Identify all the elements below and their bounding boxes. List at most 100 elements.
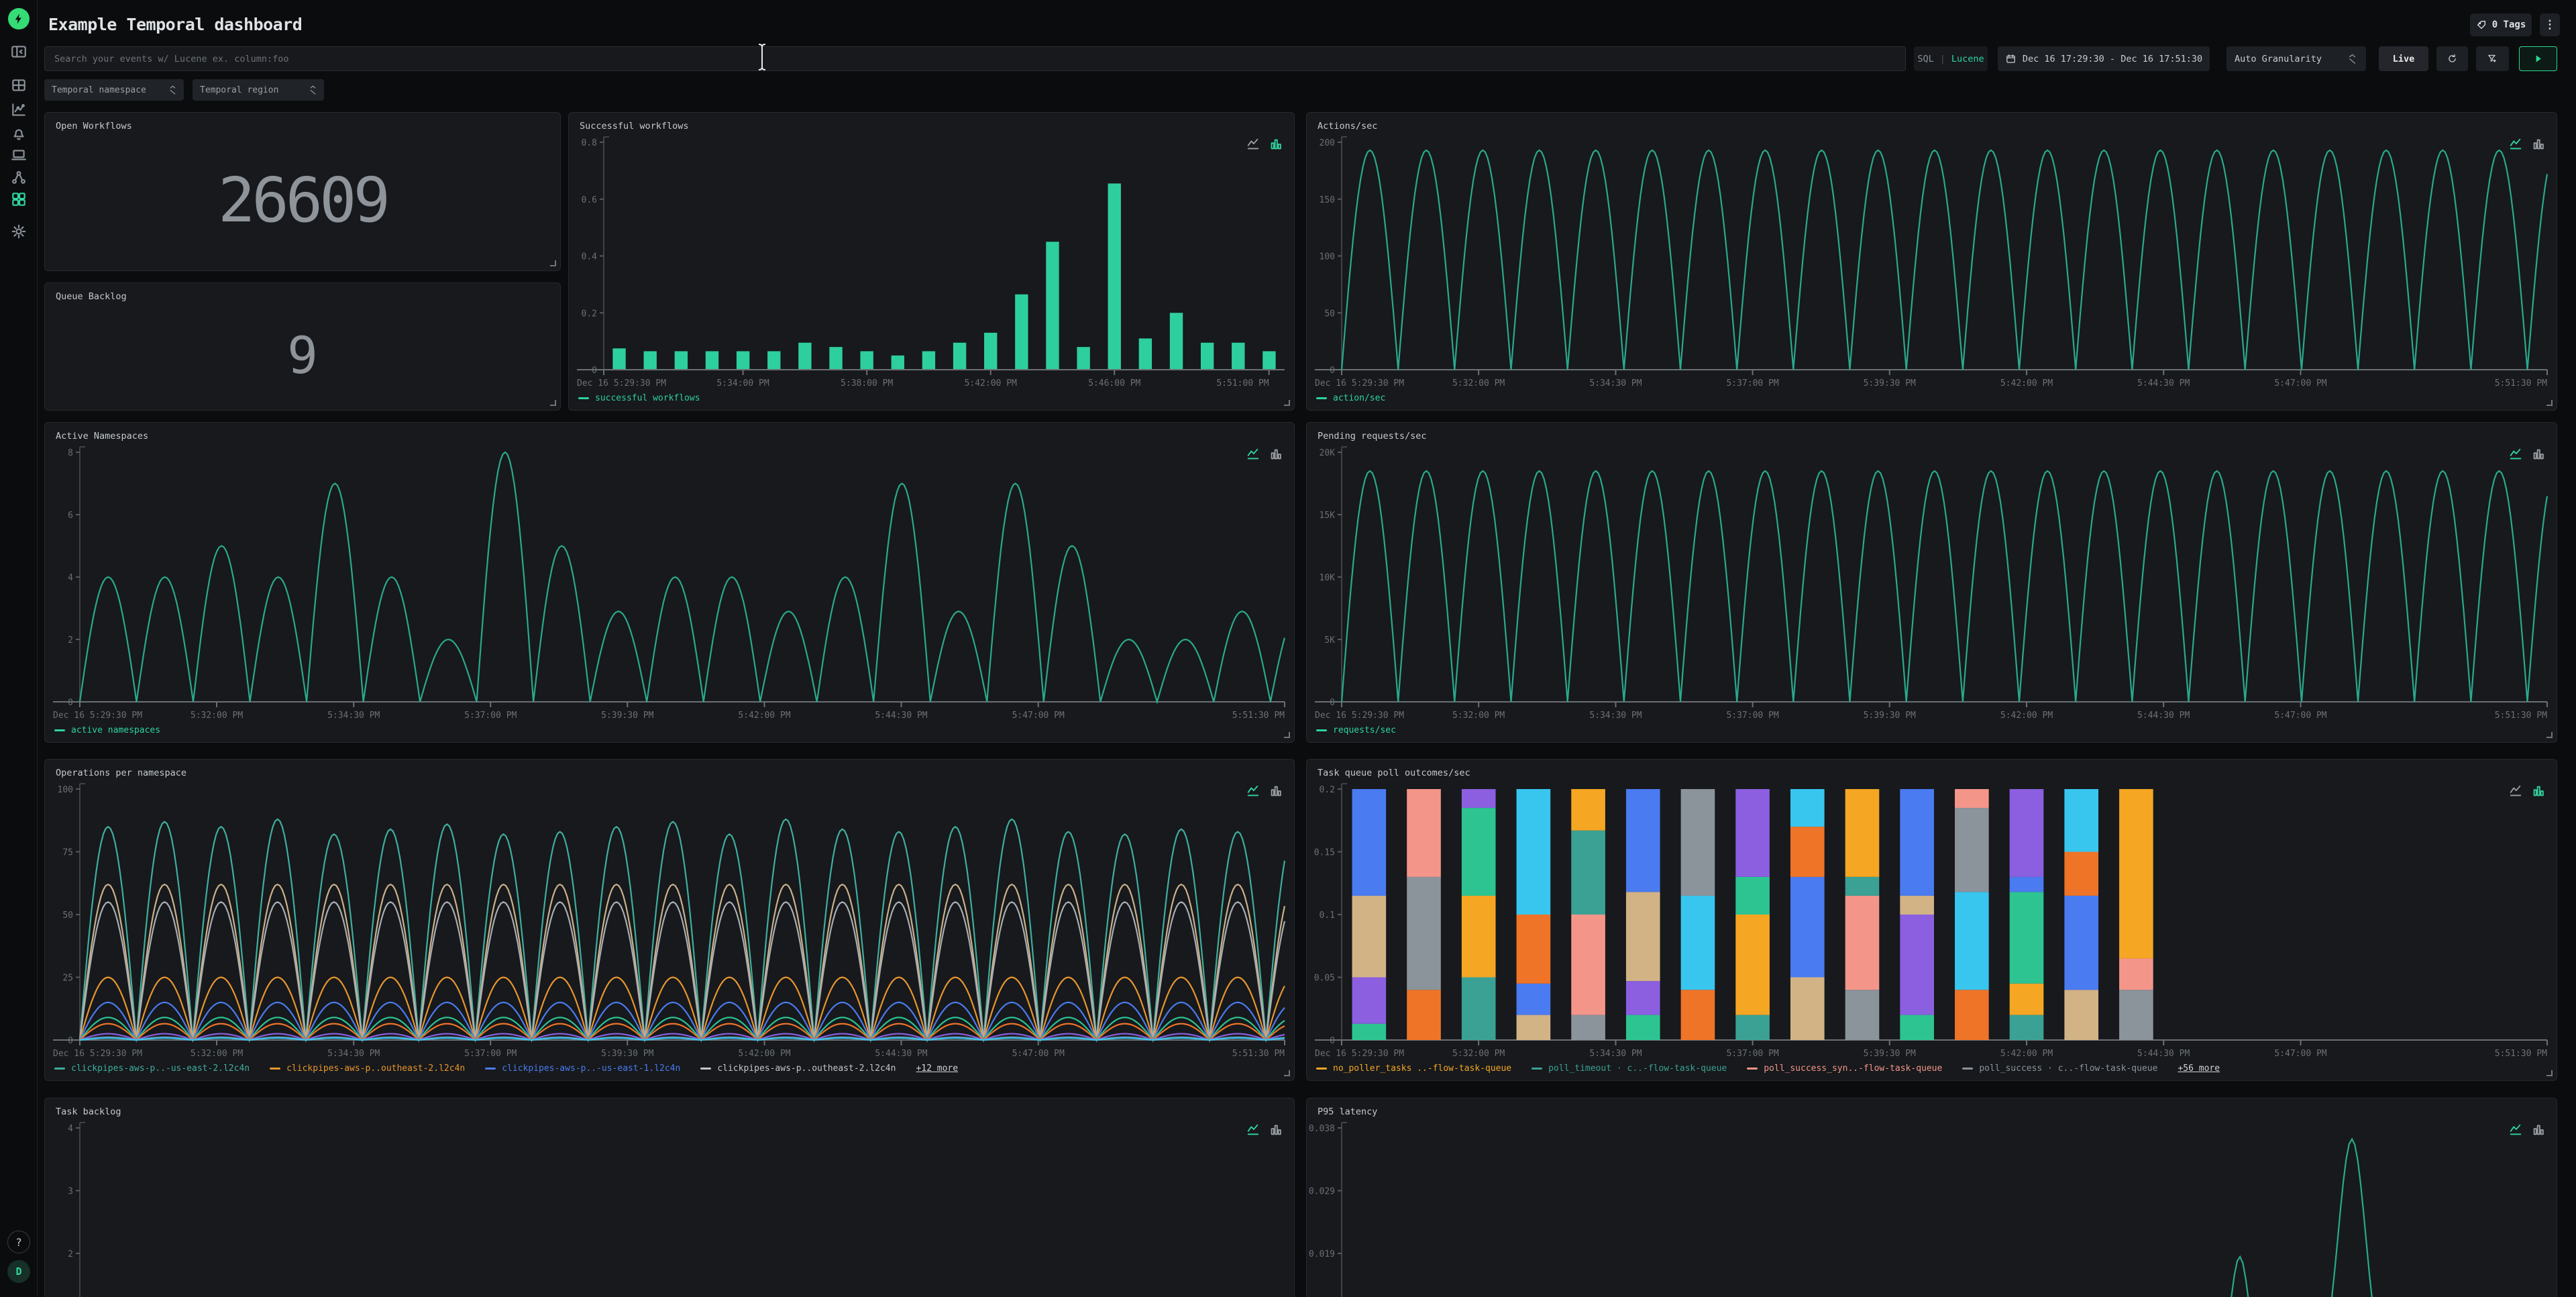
filter-edit-icon bbox=[2487, 53, 2498, 64]
svg-text:5:37:00 PM: 5:37:00 PM bbox=[464, 711, 517, 721]
svg-text:5:47:00 PM: 5:47:00 PM bbox=[2274, 378, 2326, 388]
filter-temporal-namespace[interactable]: Temporal namespace bbox=[44, 79, 184, 101]
refresh-button[interactable] bbox=[2436, 46, 2468, 71]
legend-item[interactable]: clickpipes-aws-p..outheast-2.l2c4n bbox=[700, 1063, 896, 1074]
tags-button[interactable]: 0 Tags bbox=[2470, 13, 2532, 36]
metrics-chart-icon[interactable] bbox=[10, 101, 28, 119]
actions-per-sec-chart[interactable]: 050100150200Dec 16 5:29:30 PM5:32:00 PM5… bbox=[1307, 113, 2557, 410]
stat-value: 26609 bbox=[218, 164, 387, 236]
panel-resize-handle[interactable] bbox=[1284, 732, 1290, 738]
panel-resize-handle[interactable] bbox=[2546, 732, 2553, 738]
svg-text:20K: 20K bbox=[1320, 448, 1336, 458]
legend-item[interactable]: poll_success · c..-flow-task-queue bbox=[1962, 1063, 2157, 1074]
svg-text:0.038: 0.038 bbox=[1309, 1124, 1335, 1134]
legend-item[interactable]: successful workflows bbox=[578, 393, 700, 403]
bar-chart-toggle-icon[interactable] bbox=[2531, 784, 2546, 798]
legend-item[interactable]: no_poller_tasks ..-flow-task-queue bbox=[1316, 1063, 1511, 1074]
p95-latency-chart[interactable]: 0.0380.0290.0190.010 bbox=[1307, 1098, 2557, 1297]
svg-text:0.4: 0.4 bbox=[582, 252, 598, 262]
svg-text:15K: 15K bbox=[1320, 511, 1336, 521]
svg-text:5:32:00 PM: 5:32:00 PM bbox=[191, 711, 243, 721]
app-logo-icon[interactable] bbox=[8, 8, 30, 30]
line-chart-toggle-icon[interactable] bbox=[2508, 447, 2523, 462]
panel-resize-handle[interactable] bbox=[1284, 1070, 1290, 1076]
granularity-select[interactable]: Auto Granularity bbox=[2226, 46, 2366, 71]
bar-chart-toggle-icon[interactable] bbox=[1269, 1123, 1283, 1137]
svg-text:6: 6 bbox=[68, 511, 73, 521]
filter-region-label: Temporal region bbox=[200, 85, 278, 95]
line-chart-toggle-icon[interactable] bbox=[1246, 784, 1260, 798]
date-range-picker[interactable]: Dec 16 17:29:30 - Dec 16 17:51:30 bbox=[1998, 46, 2210, 71]
legend-item[interactable]: poll_success_syn..-flow-task-queue bbox=[1747, 1063, 1942, 1074]
svg-text:0: 0 bbox=[592, 366, 597, 376]
legend-item[interactable]: active namespaces bbox=[54, 725, 160, 735]
bar-chart-toggle-icon[interactable] bbox=[2531, 137, 2546, 152]
active-namespaces-chart[interactable]: 02468Dec 16 5:29:30 PM5:32:00 PM5:34:30 … bbox=[45, 423, 1294, 742]
calendar-icon bbox=[2005, 53, 2017, 64]
line-chart-toggle-icon[interactable] bbox=[2508, 1123, 2523, 1137]
panel-resize-handle[interactable] bbox=[2546, 1070, 2553, 1076]
svg-text:200: 200 bbox=[1320, 138, 1335, 148]
legend-item[interactable]: poll_timeout · c..-flow-task-queue bbox=[1532, 1063, 1727, 1074]
live-button[interactable]: Live bbox=[2379, 46, 2428, 71]
legend-more-link[interactable]: +56 more bbox=[2178, 1063, 2220, 1074]
bar-chart-toggle-icon[interactable] bbox=[1269, 447, 1283, 462]
line-chart-toggle-icon[interactable] bbox=[1246, 1123, 1260, 1137]
legend-more-link[interactable]: +12 more bbox=[916, 1063, 958, 1074]
filter-temporal-region[interactable]: Temporal region bbox=[193, 79, 324, 101]
bar-chart-toggle-icon[interactable] bbox=[1269, 784, 1283, 798]
panel-active-namespaces: Active Namespaces 02468Dec 16 5:29:30 PM… bbox=[44, 422, 1295, 743]
svg-text:5:39:30 PM: 5:39:30 PM bbox=[1864, 1049, 1916, 1059]
task-queue-poll-outcomes-chart[interactable]: 00.050.10.150.2Dec 16 5:29:30 PM5:32:00 … bbox=[1307, 760, 2557, 1080]
query-mode-toggle[interactable]: SQL | Lucene bbox=[1914, 46, 1988, 71]
panel-resize-handle[interactable] bbox=[550, 260, 556, 266]
line-chart-toggle-icon[interactable] bbox=[2508, 784, 2523, 798]
legend-item[interactable]: clickpipes-aws-p..-us-east-1.l2c4n bbox=[485, 1063, 680, 1074]
alerts-bell-icon[interactable] bbox=[10, 124, 28, 142]
panel-resize-handle[interactable] bbox=[2546, 400, 2553, 406]
svg-text:5:44:30 PM: 5:44:30 PM bbox=[2137, 711, 2190, 721]
panel-resize-handle[interactable] bbox=[550, 400, 556, 406]
legend-item[interactable]: clickpipes-aws-p..-us-east-2.l2c4n bbox=[54, 1063, 250, 1074]
stat-value: 9 bbox=[287, 325, 318, 385]
filter-edit-button[interactable] bbox=[2476, 46, 2509, 71]
panel-menu-button[interactable]: ⋮ bbox=[2540, 13, 2560, 36]
pending-requests-chart[interactable]: 05K10K15K20KDec 16 5:29:30 PM5:32:00 PM5… bbox=[1307, 423, 2557, 742]
operations-per-namespace-chart[interactable]: 0255075100Dec 16 5:29:30 PM5:32:00 PM5:3… bbox=[45, 760, 1294, 1080]
svg-text:4: 4 bbox=[68, 573, 73, 583]
panel-resize-handle[interactable] bbox=[1284, 400, 1290, 406]
bar-chart-toggle-icon[interactable] bbox=[2531, 447, 2546, 462]
successful-workflows-chart[interactable]: 00.20.40.60.8Dec 16 5:29:30 PM5:34:00 PM… bbox=[569, 113, 1294, 410]
svg-text:5:37:00 PM: 5:37:00 PM bbox=[1726, 378, 1778, 388]
search-input[interactable] bbox=[45, 47, 1905, 70]
legend-item[interactable]: action/sec bbox=[1316, 393, 1385, 403]
panel-title: Task backlog bbox=[56, 1106, 121, 1117]
service-map-icon[interactable] bbox=[10, 169, 28, 187]
svg-text:4: 4 bbox=[68, 1124, 73, 1134]
svg-text:25: 25 bbox=[62, 974, 73, 984]
svg-text:0.8: 0.8 bbox=[582, 138, 597, 148]
chart-legend: action/sec bbox=[1316, 393, 1405, 403]
user-avatar[interactable]: D bbox=[7, 1260, 30, 1283]
apps-grid-icon[interactable] bbox=[10, 191, 28, 208]
legend-item[interactable]: clickpipes-aws-p..outheast-2.l2c4n bbox=[270, 1063, 465, 1074]
line-chart-toggle-icon[interactable] bbox=[1246, 447, 1260, 462]
run-query-button[interactable] bbox=[2519, 46, 2557, 71]
dashboards-icon[interactable] bbox=[10, 76, 28, 94]
svg-text:0.2: 0.2 bbox=[1320, 785, 1335, 795]
line-chart-toggle-icon[interactable] bbox=[2508, 137, 2523, 152]
hosts-laptop-icon[interactable] bbox=[10, 146, 28, 164]
svg-text:5:39:30 PM: 5:39:30 PM bbox=[1864, 378, 1916, 388]
line-chart-toggle-icon[interactable] bbox=[1246, 137, 1260, 152]
legend-item[interactable]: requests/sec bbox=[1316, 725, 1396, 735]
svg-text:5:51:30 PM: 5:51:30 PM bbox=[2495, 1049, 2547, 1059]
sidebar-toggle-icon[interactable] bbox=[10, 43, 28, 60]
svg-text:5:42:00 PM: 5:42:00 PM bbox=[2000, 1049, 2053, 1059]
bar-chart-toggle-icon[interactable] bbox=[1269, 137, 1283, 152]
svg-text:75: 75 bbox=[62, 848, 73, 858]
bar-chart-toggle-icon[interactable] bbox=[2531, 1123, 2546, 1137]
help-button[interactable]: ? bbox=[7, 1231, 30, 1253]
task-backlog-chart[interactable]: 43210 bbox=[45, 1098, 1294, 1297]
svg-text:0.2: 0.2 bbox=[582, 309, 597, 319]
settings-gear-icon[interactable] bbox=[10, 223, 28, 240]
